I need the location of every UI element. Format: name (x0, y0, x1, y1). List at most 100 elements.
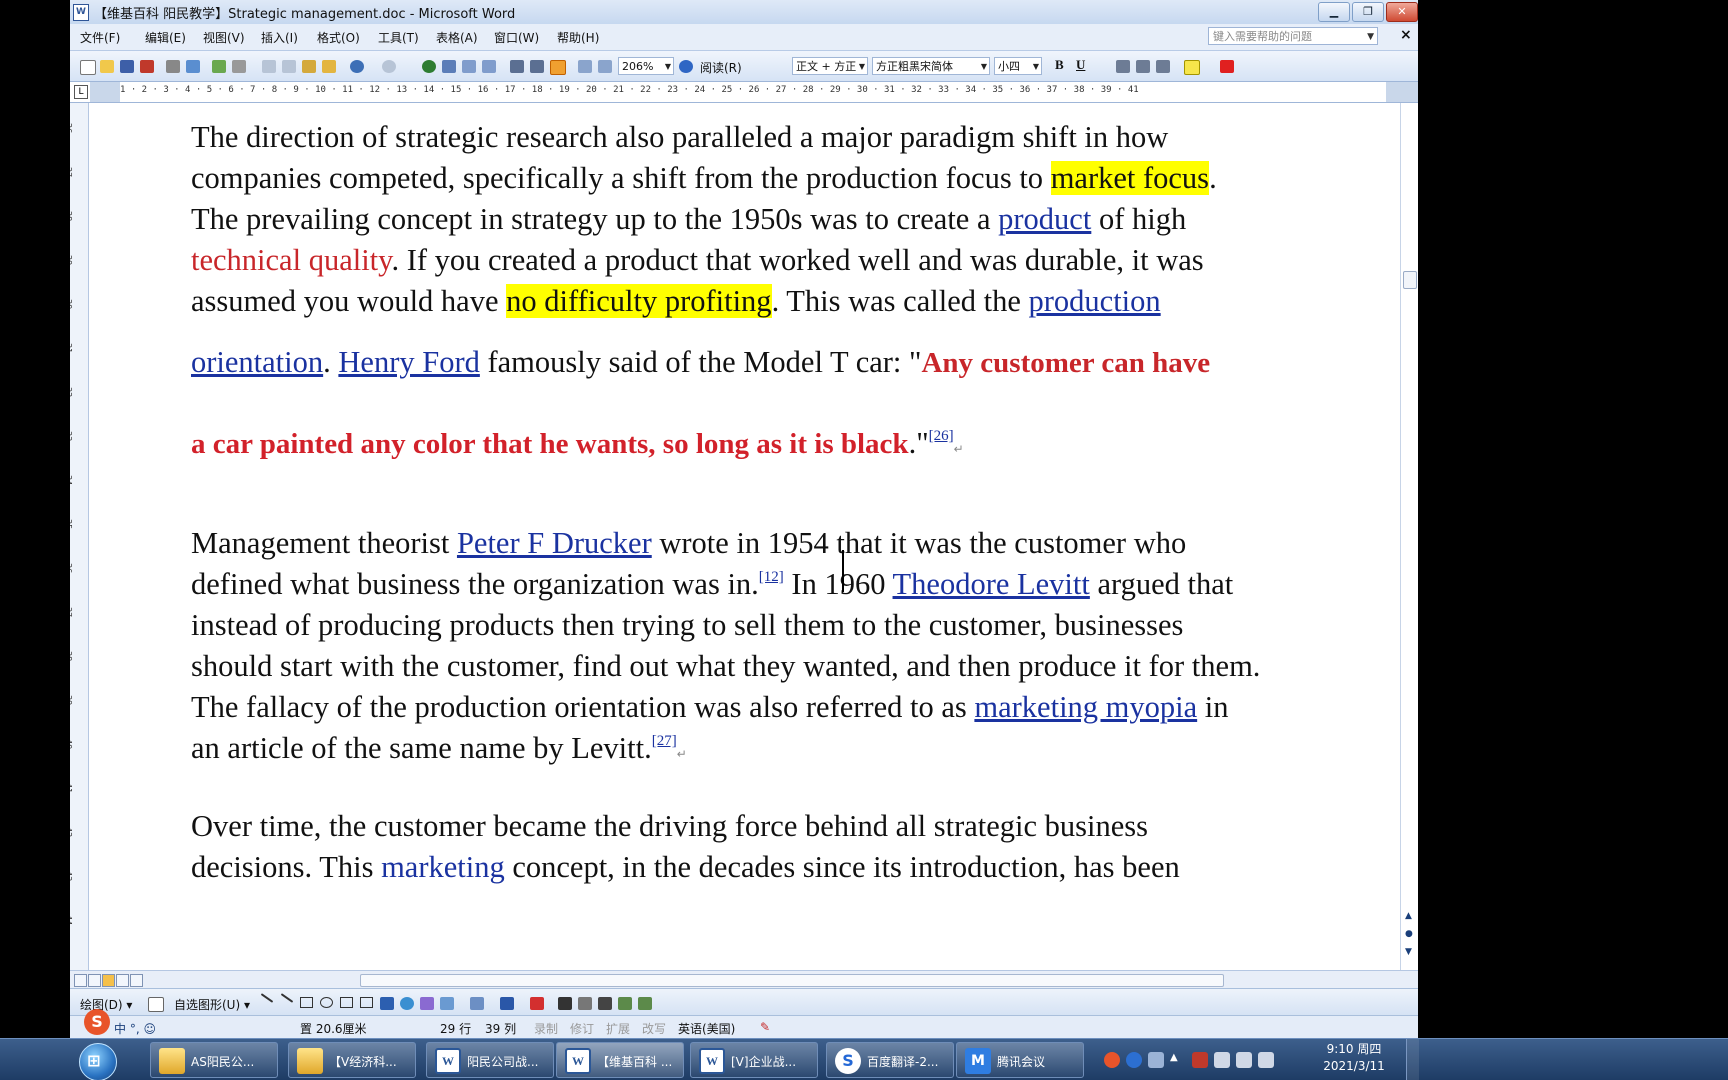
highlight-icon[interactable] (1184, 60, 1200, 75)
research-icon[interactable] (232, 60, 246, 73)
volume-tray-icon[interactable] (1258, 1052, 1274, 1068)
draw-menu-button[interactable]: 绘图(D) ▾ (80, 996, 132, 1013)
previous-page-icon[interactable]: ▲ (1405, 911, 1412, 921)
insert-table-icon[interactable] (462, 60, 476, 73)
font-size-select[interactable]: 小四 ▼ (994, 57, 1042, 75)
reference-link[interactable]: [26] (929, 428, 954, 444)
show-hidden-icons-icon[interactable]: ▲ (1170, 1052, 1186, 1068)
format-painter-icon[interactable] (322, 60, 336, 73)
overtype-mode[interactable]: 改写 (642, 1020, 666, 1037)
device-tray-icon[interactable] (1214, 1052, 1230, 1068)
line-icon[interactable] (260, 993, 274, 1003)
taskbar-item-tencent-meeting[interactable]: M 腾讯会议 (956, 1042, 1084, 1078)
select-objects-icon[interactable] (148, 997, 164, 1012)
align-left-icon[interactable] (1116, 60, 1130, 73)
arrow-icon[interactable] (280, 993, 294, 1003)
align-right-icon[interactable] (1156, 60, 1170, 73)
drawing-icon[interactable] (530, 60, 544, 73)
ime-toolbar[interactable]: 中 °, ☺ (114, 1020, 156, 1037)
show-desktop-button[interactable] (1406, 1039, 1419, 1080)
ink-icon[interactable] (598, 60, 612, 73)
scroll-thumb[interactable] (1403, 271, 1417, 289)
menu-format[interactable]: 格式(O) (317, 29, 360, 46)
show-hide-icon[interactable] (550, 60, 566, 75)
horizontal-ruler[interactable]: L 1 · 2 · 3 · 4 · 5 · 6 · 7 · 8 · 9 · 10… (70, 82, 1418, 103)
link-peter-drucker[interactable]: Peter F Drucker (457, 526, 652, 560)
menu-tools[interactable]: 工具(T) (378, 29, 419, 46)
menu-insert[interactable]: 插入(I) (261, 29, 298, 46)
print-icon[interactable] (166, 60, 180, 73)
taskbar-item-folder[interactable]: AS阳民公... (150, 1042, 278, 1078)
print-preview-icon[interactable] (186, 60, 200, 73)
taskbar-item-word[interactable]: W [V]企业战... (690, 1042, 818, 1078)
read-mode-button[interactable]: 阅读(R) (700, 59, 742, 76)
help-tray-icon[interactable] (1126, 1052, 1142, 1068)
link-marketing[interactable]: marketing (381, 850, 505, 884)
line-style-icon[interactable] (558, 997, 572, 1010)
permission-icon[interactable] (140, 60, 154, 73)
language-indicator[interactable]: 英语(美国) (678, 1020, 735, 1037)
undo-icon[interactable] (350, 60, 364, 73)
clipart-icon[interactable] (420, 997, 434, 1010)
spelling-icon[interactable] (212, 60, 226, 73)
link-production-orientation[interactable]: production (1029, 284, 1161, 318)
font-color-icon[interactable] (1220, 60, 1234, 73)
document-page[interactable]: The direction of strategic research also… (89, 103, 1418, 970)
underline-button[interactable]: U (1076, 57, 1085, 73)
align-center-icon[interactable] (1136, 60, 1150, 73)
picture-icon[interactable] (440, 997, 454, 1010)
print-layout-icon[interactable] (102, 974, 115, 987)
paste-icon[interactable] (302, 60, 316, 73)
keyboard-tray-icon[interactable] (1148, 1052, 1164, 1068)
restore-button[interactable]: ❐ (1352, 2, 1384, 22)
tables-borders-icon[interactable] (442, 60, 456, 73)
save-icon[interactable] (120, 60, 134, 73)
taskbar-item-word-active[interactable]: W 【维基百科 ... (556, 1042, 684, 1078)
reading-view-icon[interactable] (130, 974, 143, 987)
taskbar-item-folder[interactable]: 【V经济科... (288, 1042, 416, 1078)
redo-icon[interactable] (382, 60, 396, 73)
link-marketing-myopia[interactable]: marketing myopia (974, 690, 1197, 724)
taskbar-item-baidu-translate[interactable]: S 百度翻译-2... (826, 1042, 954, 1078)
browse-object-icon[interactable]: ● (1405, 929, 1413, 939)
shadow-icon[interactable] (618, 997, 632, 1010)
font-color-icon[interactable] (530, 997, 544, 1010)
columns-icon[interactable] (510, 60, 524, 73)
textbox-icon[interactable] (340, 997, 353, 1008)
web-view-icon[interactable] (88, 974, 101, 987)
normal-view-icon[interactable] (74, 974, 87, 987)
link-product[interactable]: product (998, 202, 1091, 236)
extend-mode[interactable]: 扩展 (606, 1020, 630, 1037)
menu-table[interactable]: 表格(A) (436, 29, 478, 46)
sogou-tray-icon[interactable] (1104, 1052, 1120, 1068)
outline-view-icon[interactable] (116, 974, 129, 987)
close-button[interactable]: ✕ (1386, 2, 1418, 22)
insert-excel-icon[interactable] (482, 60, 496, 73)
cut-icon[interactable] (262, 60, 276, 73)
tab-selector[interactable]: L (74, 85, 88, 99)
record-mode[interactable]: 录制 (534, 1020, 558, 1037)
minimize-button[interactable]: ▁ (1318, 2, 1350, 22)
3d-icon[interactable] (638, 997, 652, 1010)
help-search-input[interactable]: 键入需要帮助的问题 ▼ (1208, 27, 1378, 45)
oval-icon[interactable] (320, 997, 333, 1008)
dash-style-icon[interactable] (578, 997, 592, 1010)
menu-file[interactable]: 文件(F) (80, 29, 120, 46)
taskbar-item-word[interactable]: W 阳民公司战... (426, 1042, 554, 1078)
network-tray-icon[interactable] (1236, 1052, 1252, 1068)
menu-help[interactable]: 帮助(H) (557, 29, 599, 46)
flag-tray-icon[interactable] (1192, 1052, 1208, 1068)
menu-edit[interactable]: 编辑(E) (145, 29, 186, 46)
copy-icon[interactable] (282, 60, 296, 73)
scroll-thumb[interactable] (360, 974, 1224, 987)
spelling-status-icon[interactable]: ✎ (760, 1020, 770, 1034)
reference-link[interactable]: [12] (759, 569, 784, 585)
start-button[interactable]: ⊞ (73, 1041, 123, 1080)
horizontal-scrollbar[interactable] (70, 970, 1418, 989)
next-page-icon[interactable]: ▼ (1405, 947, 1412, 957)
diagram-icon[interactable] (400, 997, 414, 1010)
reference-link[interactable]: [27] (652, 733, 677, 749)
chevron-down-icon[interactable]: ▼ (1367, 28, 1374, 46)
arrow-style-icon[interactable] (598, 997, 612, 1010)
help-icon[interactable] (679, 60, 693, 73)
